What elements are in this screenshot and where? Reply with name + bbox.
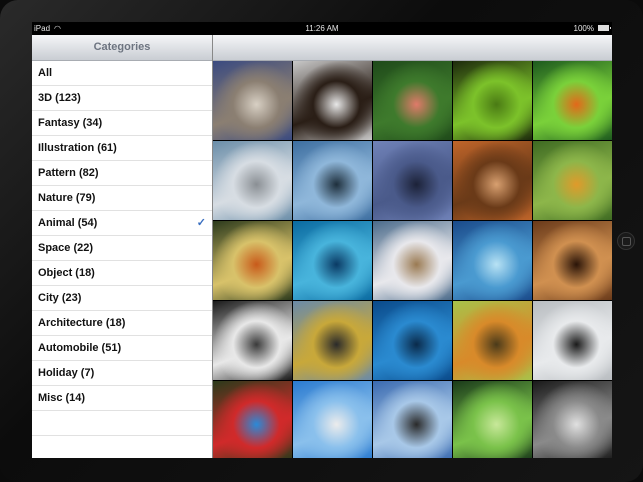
flamingos-photo[interactable]	[373, 61, 452, 140]
category-item[interactable]: Misc (14)	[32, 386, 212, 411]
category-label: Space (22)	[38, 242, 94, 254]
wolf-photo[interactable]	[533, 381, 612, 458]
category-item[interactable]: City (23)	[32, 286, 212, 311]
category-label: Object (18)	[38, 267, 95, 279]
category-item[interactable]: Nature (79)	[32, 186, 212, 211]
category-label: Architecture (18)	[38, 317, 126, 329]
category-item[interactable]: Holiday (7)	[32, 361, 212, 386]
category-label: Pattern (82)	[38, 167, 99, 179]
seabird-flying-photo[interactable]	[373, 381, 452, 458]
category-label: All	[38, 67, 53, 79]
category-label: Automobile (51)	[38, 342, 122, 354]
macaw-parrot-photo[interactable]	[213, 381, 292, 458]
kitten-photo[interactable]	[213, 61, 292, 140]
category-item[interactable]: Architecture (18)	[32, 311, 212, 336]
puppy-fence-photo[interactable]	[293, 61, 372, 140]
cat-guitar-photo[interactable]	[453, 141, 532, 220]
sea-lion-photo[interactable]	[373, 141, 452, 220]
clock: 11:26 AM	[305, 24, 339, 33]
category-item[interactable]: Space (22)	[32, 236, 212, 261]
whale-ocean-photo[interactable]	[373, 301, 452, 380]
clownfish-anemone-photo[interactable]	[533, 61, 612, 140]
status-bar: iPad ◠ 11:26 AM 100%	[32, 22, 612, 35]
home-button[interactable]	[617, 232, 635, 250]
category-item[interactable]: Fantasy (34)	[32, 111, 212, 136]
dolphins-photo[interactable]	[453, 221, 532, 300]
battery-icon	[598, 25, 611, 31]
gallery-toolbar	[213, 35, 612, 61]
category-item[interactable]: All	[32, 61, 212, 86]
snow-leopard-photo[interactable]	[213, 141, 292, 220]
categories-title: Categories	[32, 35, 212, 61]
gallery-panel	[213, 35, 612, 458]
seal-pup-photo[interactable]	[293, 381, 372, 458]
empty-row	[32, 436, 212, 458]
category-label: Animal (54)	[38, 217, 98, 229]
category-item[interactable]: Animal (54) ✓	[32, 211, 212, 236]
budgies-photo[interactable]	[453, 381, 532, 458]
category-item[interactable]: Pattern (82)	[32, 161, 212, 186]
sleeping-puppy-photo[interactable]	[533, 221, 612, 300]
category-item[interactable]: Illustration (61)	[32, 136, 212, 161]
category-label: City (23)	[38, 292, 82, 304]
category-label: Nature (79)	[38, 192, 96, 204]
bird-post-photo[interactable]	[533, 301, 612, 380]
thumbnail-grid	[213, 61, 612, 458]
category-label: Holiday (7)	[38, 367, 95, 379]
checkmark-icon: ✓	[196, 217, 206, 229]
green-snake-photo[interactable]	[453, 61, 532, 140]
categories-panel: Categories All 3D (123) Fantasy (34) Illust…	[32, 35, 213, 458]
yellow-bird-photo[interactable]	[293, 301, 372, 380]
duck-lake-photo[interactable]	[293, 141, 372, 220]
black-white-cat-photo[interactable]	[213, 301, 292, 380]
category-label: Fantasy (34)	[38, 117, 103, 129]
butterfly-blossoms-photo[interactable]	[213, 221, 292, 300]
underwater-fish-photo[interactable]	[293, 221, 372, 300]
ipad-screen: iPad ◠ 11:26 AM 100% Categories All 3D (1…	[32, 22, 612, 458]
cougar-snow-photo[interactable]	[373, 221, 452, 300]
empty-row	[32, 411, 212, 436]
category-item[interactable]: Automobile (51)	[32, 336, 212, 361]
category-label: Illustration (61)	[38, 142, 117, 154]
category-label: Misc (14)	[38, 392, 86, 404]
category-list: All 3D (123) Fantasy (34) Illustration (61)…	[32, 61, 212, 458]
butterfly-flowers-photo[interactable]	[533, 141, 612, 220]
category-item[interactable]: Object (18)	[32, 261, 212, 286]
category-item[interactable]: 3D (123)	[32, 86, 212, 111]
butterfly-macro-photo[interactable]	[453, 301, 532, 380]
battery-percent: 100%	[573, 24, 594, 33]
category-label: 3D (123)	[38, 92, 81, 104]
